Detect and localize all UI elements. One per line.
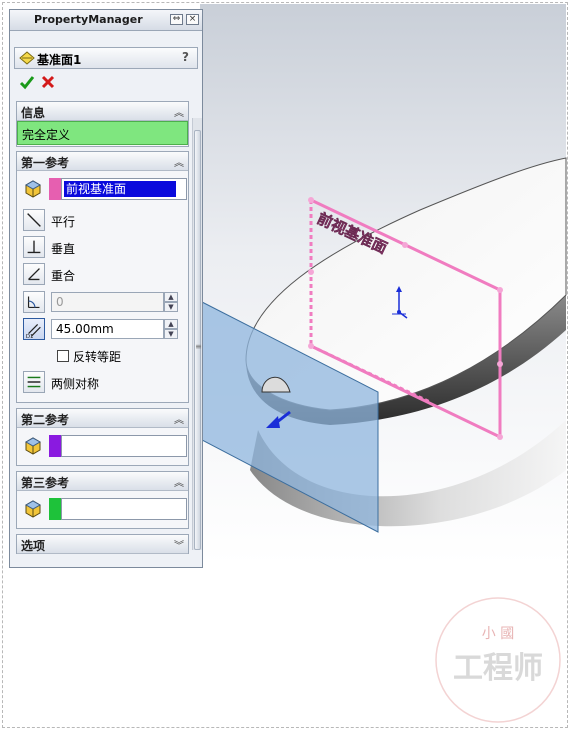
reference-color-swatch: [49, 435, 61, 457]
first-reference-title: 第一参考: [21, 156, 70, 170]
scrollbar-thumb[interactable]: ≡: [194, 130, 202, 550]
status-message: 完全定义: [17, 121, 188, 145]
third-reference-field[interactable]: [61, 498, 187, 520]
options-group[interactable]: 选项 ︾: [16, 534, 189, 554]
first-reference-group: 第一参考 ︽ 前视基准面 平行 垂直 重合 0 ▲ ▼ D1 45.00mm ▲…: [16, 151, 189, 403]
second-reference-field[interactable]: [61, 435, 187, 457]
third-reference-title: 第三参考: [21, 476, 70, 490]
info-group: 信息 ︽ 完全定义: [16, 101, 189, 147]
offset-distance-input[interactable]: 45.00mm: [51, 319, 164, 339]
second-reference-selection-row: [21, 433, 187, 457]
third-reference-selection-row: [21, 496, 187, 520]
reference-cube-icon: [24, 180, 42, 198]
spin-down-icon[interactable]: ▼: [164, 329, 178, 339]
flip-offset-label: 反转等距: [73, 350, 122, 364]
plane-icon: [19, 51, 35, 65]
angle-row: 0 ▲ ▼: [21, 291, 181, 315]
offset-spinner[interactable]: ▲ ▼: [164, 319, 178, 339]
first-reference-header[interactable]: 第一参考 ︽: [17, 152, 188, 171]
property-manager-panel: PropertyManager ⇔ × 基准面1 ? 信息 ︽ 完全定义 第一参…: [9, 9, 203, 568]
spin-up-icon[interactable]: ▲: [164, 292, 178, 302]
reference-cube-icon: [24, 500, 42, 518]
flip-offset-row[interactable]: 反转等距: [21, 345, 181, 369]
offset-row: D1 45.00mm ▲ ▼: [21, 318, 181, 342]
symmetric-option[interactable]: 两侧对称: [21, 371, 181, 395]
info-group-title: 信息: [21, 106, 46, 120]
svg-text:D1: D1: [26, 334, 34, 340]
first-reference-field[interactable]: 前视基准面: [61, 178, 187, 200]
offset-distance-value: 45.00mm: [56, 322, 114, 336]
expand-icon[interactable]: ︾: [174, 537, 184, 552]
reference-color-swatch: [49, 498, 61, 520]
second-reference-header[interactable]: 第二参考 ︽: [17, 409, 188, 428]
panel-titlebar: PropertyManager ⇔ ×: [10, 10, 202, 31]
x-icon[interactable]: [40, 74, 56, 90]
third-reference-header[interactable]: 第三参考 ︽: [17, 472, 188, 491]
coincident-option[interactable]: 重合: [21, 263, 181, 287]
help-icon[interactable]: ?: [182, 50, 189, 64]
first-reference-selection-row: 前视基准面: [21, 176, 187, 200]
watermark-logo: 小 國 工程师: [435, 597, 561, 723]
second-reference-title: 第二参考: [21, 413, 70, 427]
reference-cube-icon: [24, 437, 42, 455]
feature-name: 基准面1: [37, 53, 82, 67]
spin-up-icon[interactable]: ▲: [164, 319, 178, 329]
collapse-icon[interactable]: ︽: [174, 154, 184, 169]
grip-icon: ≡: [195, 342, 202, 351]
coincident-label: 重合: [51, 269, 76, 283]
flip-offset-checkbox[interactable]: [57, 350, 69, 362]
pin-icon[interactable]: ⇔: [170, 14, 183, 25]
second-reference-group: 第二参考 ︽: [16, 408, 189, 466]
parallel-option[interactable]: 平行: [21, 209, 181, 233]
angle-value: 0: [56, 295, 64, 309]
options-header[interactable]: 选项 ︾: [17, 535, 188, 554]
spin-down-icon[interactable]: ▼: [164, 302, 178, 312]
collapse-icon[interactable]: ︽: [174, 411, 184, 426]
perpendicular-option[interactable]: 垂直: [21, 236, 181, 260]
perpendicular-label: 垂直: [51, 242, 76, 256]
parallel-icon[interactable]: [23, 209, 45, 231]
offset-distance-icon[interactable]: D1: [23, 318, 45, 340]
feature-header: 基准面1 ?: [14, 47, 198, 69]
panel-scrollbar[interactable]: ≡: [192, 118, 202, 550]
symmetric-icon[interactable]: [23, 371, 45, 393]
status-text: 完全定义: [22, 128, 71, 142]
angle-spinner[interactable]: ▲ ▼: [164, 292, 178, 312]
reference-color-swatch: [49, 178, 61, 200]
info-group-header[interactable]: 信息 ︽: [17, 102, 188, 121]
third-reference-group: 第三参考 ︽: [16, 471, 189, 529]
panel-title: PropertyManager: [34, 13, 143, 26]
svg-text:小 國: 小 國: [482, 626, 514, 642]
collapse-icon[interactable]: ︽: [174, 104, 184, 119]
first-reference-value: 前视基准面: [64, 181, 176, 197]
symmetric-label: 两侧对称: [51, 377, 100, 391]
perpendicular-icon[interactable]: [23, 236, 45, 258]
angle-icon[interactable]: [23, 291, 45, 313]
collapse-icon[interactable]: ︽: [174, 474, 184, 489]
close-icon[interactable]: ×: [186, 14, 199, 25]
angle-input[interactable]: 0: [51, 292, 164, 312]
checkmark-icon[interactable]: [19, 74, 35, 90]
parallel-label: 平行: [51, 215, 76, 229]
svg-text:工程师: 工程师: [453, 651, 543, 686]
options-title: 选项: [21, 539, 46, 553]
coincident-icon[interactable]: [23, 263, 45, 285]
